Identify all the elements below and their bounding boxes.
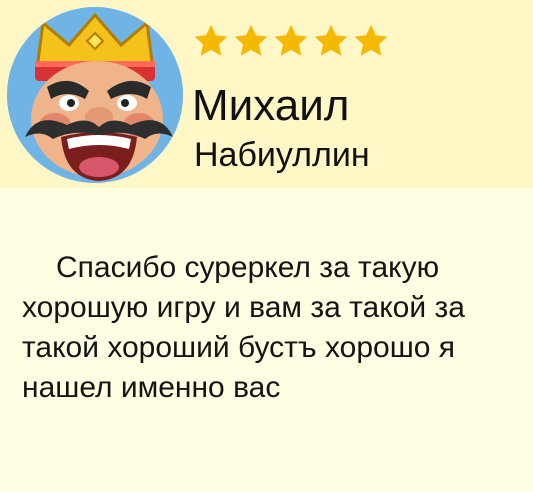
review-text: Спасибо суреркел за такую хорошую игру и… [22,251,465,404]
star-icon [274,24,308,56]
clash-royale-king-avatar-icon [7,7,183,183]
reviewer-first-name: Михаил [192,81,350,130]
star-icon [354,24,388,56]
star-icon [314,24,348,56]
review-card: Михаил Набиуллин Спасибо суреркел за так… [0,0,533,492]
avatar [7,7,183,183]
reviewer-last-name: Набиуллин [194,136,370,174]
star-icon [194,24,228,56]
rating-stars [192,22,390,62]
review-header: Михаил Набиуллин [0,0,533,188]
star-icon [234,24,268,56]
